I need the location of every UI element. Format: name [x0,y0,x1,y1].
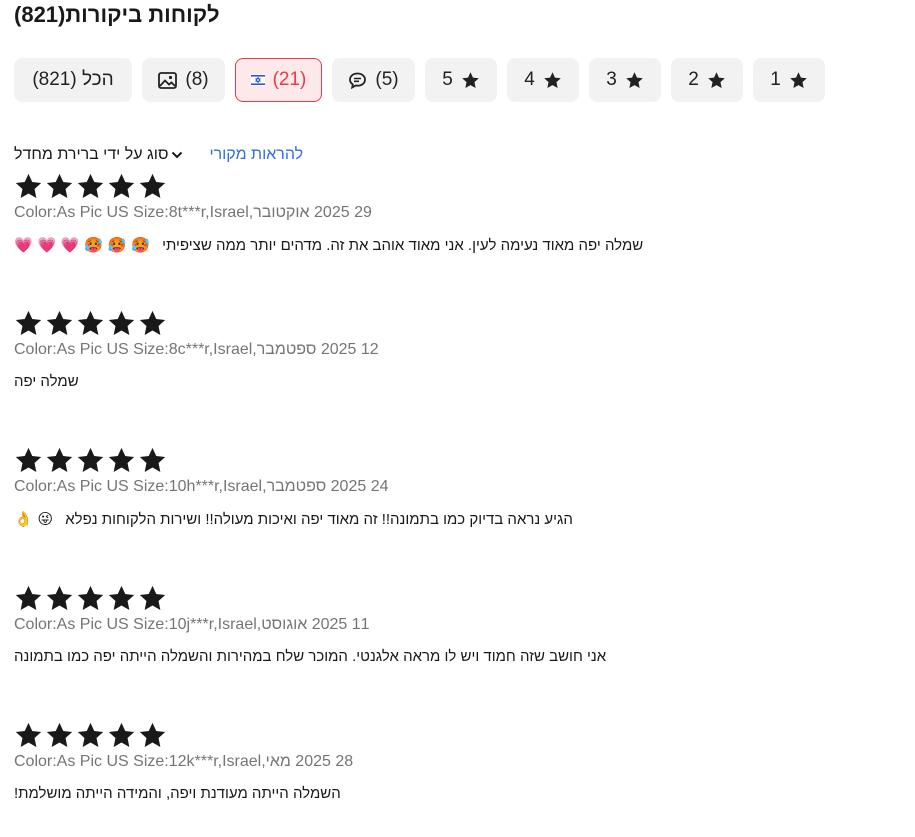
star-icon [789,71,808,90]
filter-3-label: 3 [606,69,617,90]
star-icon [45,721,74,747]
review-variant: Color:As Pic US Size:8 [14,204,178,221]
comment-icon [348,72,367,89]
review-date: 12 2025 ספטמבר [256,341,379,358]
filter-4-label: 4 [524,69,535,90]
review-date: 24 2025 ספטמבר [266,478,389,495]
filter-5-stars-chip[interactable]: 5 [425,58,497,102]
review-emojis: 🥵 🥵 🥵 💗 💗 💗 [14,236,150,254]
review-user: k***r,Israel, [186,753,266,770]
star-icon [107,446,136,472]
filter-all-label: (821) הכל [32,69,114,90]
star-icon [138,721,167,747]
star-icon [707,71,726,90]
filter-all-chip[interactable]: (821) הכל [14,58,132,102]
star-icon [76,721,105,747]
review-item: Color:As Pic US Size:8t***r,Israel,29 20… [14,172,894,254]
filter-1-star-chip[interactable]: 1 [753,58,825,102]
review-item: Color:As Pic US Size:10j***r,Israel,11 2… [14,584,894,665]
review-body: שמלה יפה [14,373,894,390]
chevron-down-icon[interactable] [171,146,183,164]
star-icon [14,172,43,198]
review-body: הגיע נראה בדיוק כמו בתמונה!! זה מאוד יפה… [14,510,894,528]
review-meta: Color:As Pic US Size:12k***r,Israel,28 2… [14,753,894,771]
review-text: שמלה יפה מאוד נעימה לעין. אני מאוד אוהב … [162,237,644,254]
star-icon [107,172,136,198]
review-variant: Color:As Pic US Size:10 [14,616,187,633]
star-icon [14,721,43,747]
star-icon [138,309,167,335]
review-text: השמלה הייתה מעודנת ויפה, והמידה הייתה מו… [14,785,341,802]
sort-bar: סוג על ידי ברירת מחדל להראות מקורי [14,146,303,164]
reviews-title: לקוחות ביקורות(821) [14,2,220,27]
star-icon [45,309,74,335]
show-original-link[interactable]: להראות מקורי [209,146,303,164]
review-text: אני חושב שזה חמוד ויש לו מראה אלגנטי. המ… [14,648,607,665]
image-icon [158,71,178,89]
review-item: Color:As Pic US Size:10h***r,Israel,24 2… [14,446,894,528]
star-icon [76,172,105,198]
review-user: t***r,Israel, [177,204,254,221]
review-variant: Color:As Pic US Size:10 [14,478,187,495]
star-icon [107,721,136,747]
filter-2-label: 2 [688,69,699,90]
review-body: אני חושב שזה חמוד ויש לו מראה אלגנטי. המ… [14,648,894,665]
review-body: השמלה הייתה מעודנת ויפה, והמידה הייתה מו… [14,785,894,802]
review-item: Color:As Pic US Size:8c***r,Israel,12 20… [14,309,894,390]
filter-comments-chip[interactable]: (5) [332,58,415,102]
filter-2-stars-chip[interactable]: 2 [671,58,743,102]
star-rating [14,721,894,747]
star-icon [14,309,43,335]
filter-israel-chip[interactable]: (21) [235,58,322,102]
star-icon [76,584,105,610]
filter-israel-label: (21) [272,69,307,90]
sort-dropdown-label[interactable]: סוג על ידי ברירת מחדל [14,146,168,164]
star-icon [107,584,136,610]
filter-5-label: 5 [442,69,453,90]
star-rating [14,309,894,335]
review-meta: Color:As Pic US Size:10j***r,Israel,11 2… [14,616,894,634]
review-user: j***r,Israel, [186,616,262,633]
review-body: שמלה יפה מאוד נעימה לעין. אני מאוד אוהב … [14,236,894,254]
review-text: הגיע נראה בדיוק כמו בתמונה!! זה מאוד יפה… [65,511,573,528]
star-rating [14,584,894,610]
star-rating [14,172,894,198]
review-date: 11 2025 אוגוסט [261,616,370,633]
star-icon [45,446,74,472]
review-variant: Color:As Pic US Size:12 [14,753,187,770]
review-date: 29 2025 אוקטובר [253,204,372,221]
star-icon [543,71,562,90]
star-icon [138,584,167,610]
review-emojis: 😜 👌 [14,510,54,528]
review-filters: (821) הכל (8) (21) (5) 5 4 3 2 1 [14,58,825,102]
filter-3-stars-chip[interactable]: 3 [589,58,661,102]
review-variant: Color:As Pic US Size:8 [14,341,178,358]
filter-photos-label: (8) [185,69,209,90]
star-icon [76,446,105,472]
review-user: c***r,Israel, [177,341,257,358]
star-icon [625,71,644,90]
star-icon [138,446,167,472]
star-icon [45,584,74,610]
star-icon [107,309,136,335]
israel-flag-icon [250,74,265,86]
star-icon [138,172,167,198]
review-meta: Color:As Pic US Size:8t***r,Israel,29 20… [14,204,894,222]
review-text: שמלה יפה [14,373,79,390]
star-icon [76,309,105,335]
filter-4-stars-chip[interactable]: 4 [507,58,579,102]
star-icon [461,71,480,90]
star-rating [14,446,894,472]
filter-photos-chip[interactable]: (8) [142,58,225,102]
filter-comments-label: (5) [375,69,399,90]
review-item: Color:As Pic US Size:12k***r,Israel,28 2… [14,721,894,802]
star-icon [14,446,43,472]
review-meta: Color:As Pic US Size:8c***r,Israel,12 20… [14,341,894,359]
star-icon [45,172,74,198]
star-icon [14,584,43,610]
review-user: h***r,Israel, [186,478,267,495]
review-meta: Color:As Pic US Size:10h***r,Israel,24 2… [14,478,894,496]
review-date: 28 2025 מאי [265,753,354,770]
filter-1-label: 1 [770,69,781,90]
